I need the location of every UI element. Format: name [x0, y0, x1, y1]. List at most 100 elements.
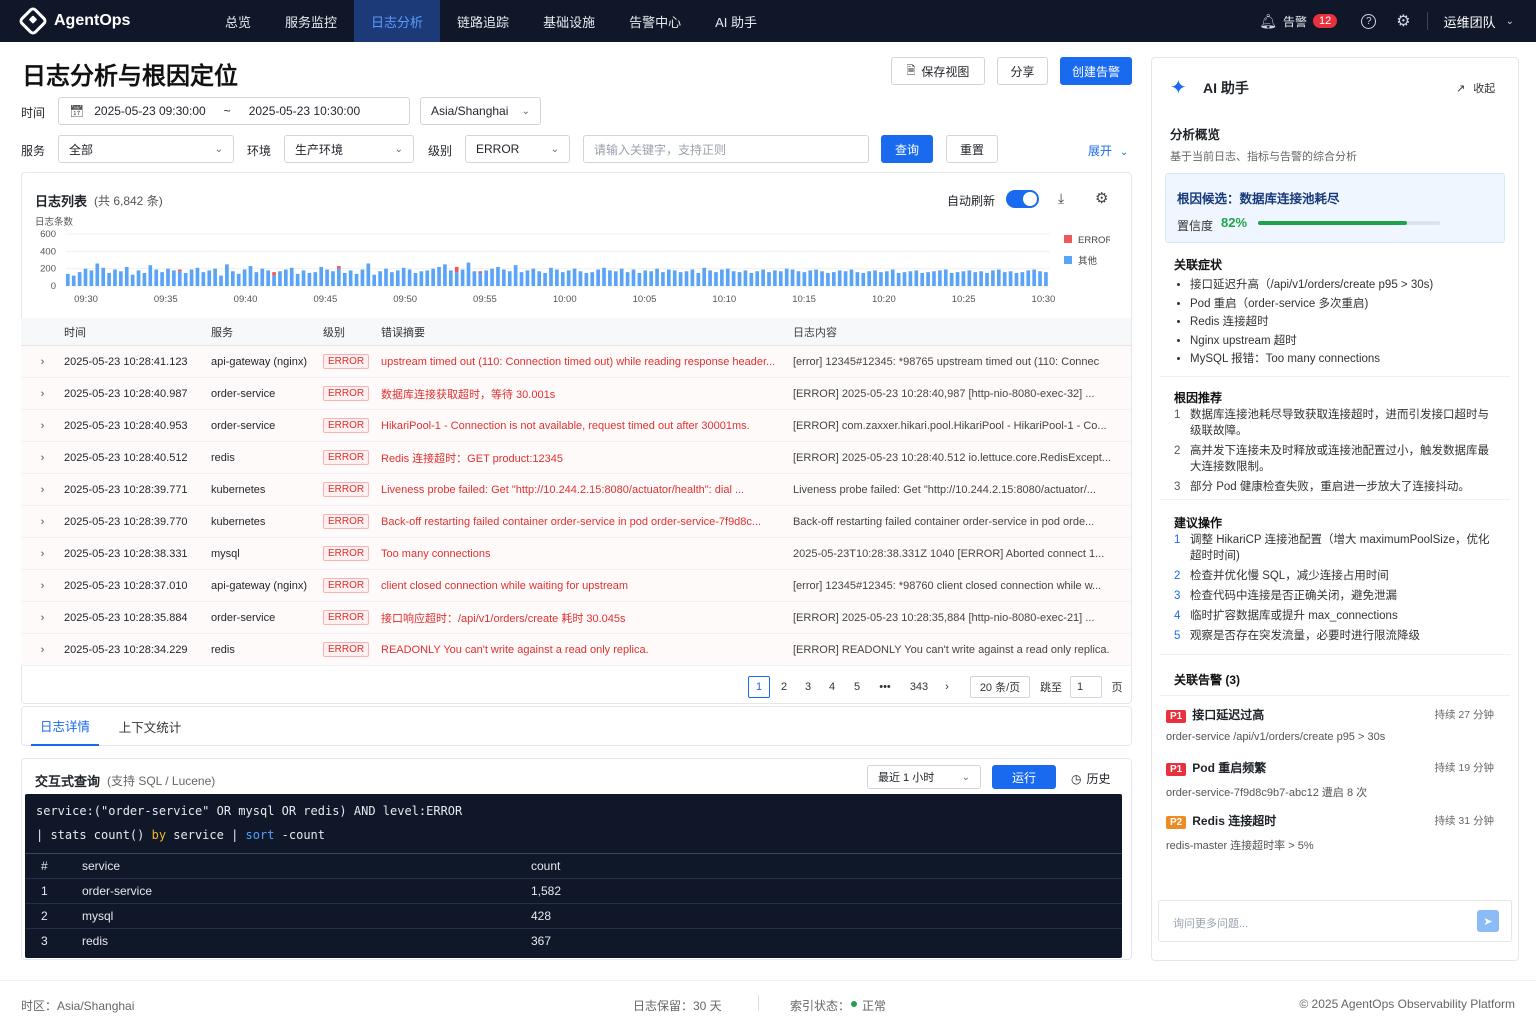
log-row[interactable]: › 2025-05-23 10:28:40.987 order-service ERR…: [21, 378, 1131, 410]
result-index: 2: [41, 909, 48, 923]
create-alert-button[interactable]: 创建告警: [1060, 57, 1132, 85]
log-row[interactable]: › 2025-05-23 10:28:40.512 redis ERROR Redis …: [21, 442, 1131, 474]
nav-item-3[interactable]: 链路追踪: [440, 0, 526, 42]
send-icon[interactable]: ➤: [1477, 910, 1499, 932]
chevron-down-icon[interactable]: ⌄: [1506, 16, 1514, 27]
expand-row-icon[interactable]: ›: [21, 548, 64, 560]
help-icon[interactable]: ?: [1361, 13, 1377, 29]
timezone-select[interactable]: Asia/Shanghai ⌄: [420, 97, 541, 125]
col-summary[interactable]: 错误摘要: [381, 324, 793, 340]
related-alert[interactable]: P1 Pod 重启频繁 持续 19 分钟 order-service-7f9d8c9b…: [1166, 756, 1506, 806]
collapse-icon: ↗: [1456, 83, 1466, 95]
alert-label[interactable]: 告警: [1283, 13, 1307, 30]
nav-item-2[interactable]: 日志分析: [354, 0, 441, 42]
expand-row-icon[interactable]: ›: [21, 420, 64, 432]
settings-gear-icon[interactable]: ⚙: [1095, 189, 1108, 207]
col-time[interactable]: 时间: [64, 324, 211, 340]
page-2[interactable]: 2: [773, 676, 795, 698]
log-row[interactable]: › 2025-05-23 10:28:39.771 kubernetes ERROR L…: [21, 474, 1131, 506]
expand-row-icon[interactable]: ›: [21, 484, 64, 496]
query-editor[interactable]: service:("order-service" OR mysql OR red…: [25, 794, 1122, 958]
log-row[interactable]: › 2025-05-23 10:28:38.331 mysql ERROR Too ma…: [21, 538, 1131, 570]
nav-item-6[interactable]: AI 助手: [698, 0, 774, 42]
query-line-2[interactable]: | stats count() by service | sort -count: [36, 828, 325, 842]
service-select[interactable]: 全部 ⌄: [58, 135, 234, 163]
col-level[interactable]: 级别: [323, 324, 381, 340]
settings-gear-icon[interactable]: ⚙: [1396, 11, 1410, 31]
keyword-search-input[interactable]: 请输入关键字，支持正则: [583, 135, 869, 163]
nav-item-1[interactable]: 服务监控: [268, 0, 354, 42]
col-service[interactable]: 服务: [211, 324, 323, 340]
reset-button[interactable]: 重置: [946, 135, 998, 163]
related-alert[interactable]: P1 接口延迟过高 持续 27 分钟 order-service /api/v1/or…: [1166, 703, 1506, 753]
page-4[interactable]: 4: [821, 676, 843, 698]
recommend-number: 2: [1174, 445, 1181, 457]
collapse-button[interactable]: ↗ 收起: [1456, 80, 1495, 96]
legend-label: ERROR: [1078, 235, 1110, 246]
page-ellipsis[interactable]: •••: [874, 676, 896, 698]
team-switcher[interactable]: 运维团队: [1444, 12, 1496, 31]
bar-other: [378, 271, 382, 286]
log-row[interactable]: › 2025-05-23 10:28:41.123 api-gateway (ngi…: [21, 346, 1131, 378]
log-row[interactable]: › 2025-05-23 10:28:34.229 redis ERROR READON…: [21, 634, 1131, 666]
history-button[interactable]: ◷ 历史: [1071, 770, 1111, 787]
col-content[interactable]: 日志内容: [793, 324, 1131, 340]
nav-menu: 总览 服务监控 日志分析 链路追踪 基础设施 告警中心 AI 助手: [208, 0, 774, 42]
env-select[interactable]: 生产环境 ⌄: [284, 135, 414, 163]
page-last[interactable]: 343: [906, 676, 932, 698]
tab-context-stats[interactable]: 上下文统计: [112, 706, 188, 746]
footer-timezone: 时区：Asia/Shanghai: [21, 999, 135, 1013]
log-row[interactable]: › 2025-05-23 10:28:40.953 order-service ERR…: [21, 410, 1131, 442]
bar-other: [154, 269, 159, 286]
log-row[interactable]: › 2025-05-23 10:28:37.010 api-gateway (ngi…: [21, 570, 1131, 602]
tab-log-detail[interactable]: 日志详情: [31, 706, 99, 746]
actions-item: 2 检查并优化慢 SQL，减少连接占用时间: [1174, 568, 1494, 584]
expand-row-icon[interactable]: ›: [21, 516, 64, 528]
nav-item-0[interactable]: 总览: [208, 0, 268, 42]
level-select[interactable]: ERROR ⌄: [465, 135, 570, 163]
query-range-select[interactable]: 最近 1 小时 ⌄: [867, 765, 981, 789]
expand-filters-link[interactable]: 展开 ⌄: [1088, 142, 1128, 159]
page-3[interactable]: 3: [797, 676, 819, 698]
query-sort-field: -count: [274, 828, 326, 842]
result-row: 3 redis 367: [25, 928, 1122, 953]
brand-logo[interactable]: AgentOps: [17, 5, 208, 37]
query-button[interactable]: 查询: [881, 135, 933, 163]
bar-other: [873, 270, 877, 286]
jump-page-input[interactable]: 1: [1070, 676, 1102, 698]
log-service: kubernetes: [211, 483, 266, 496]
ask-input[interactable]: 询问更多问题... ➤: [1158, 900, 1512, 942]
query-line-1[interactable]: service:("order-service" OR mysql OR red…: [36, 804, 462, 818]
time-range-picker[interactable]: 📅︎ 2025-05-23 09:30:00 ~ 2025-05-23 10:3…: [58, 97, 410, 125]
bell-icon[interactable]: 🔔︎: [1259, 13, 1277, 30]
overview-desc: 基于当前日志、指标与告警的综合分析: [1170, 151, 1357, 163]
nav-item-5[interactable]: 告警中心: [612, 0, 698, 42]
expand-row-icon[interactable]: ›: [21, 388, 64, 400]
bar-other: [172, 270, 176, 286]
log-service: kubernetes: [211, 515, 266, 528]
run-query-button[interactable]: 运行: [992, 765, 1056, 789]
log-row[interactable]: › 2025-05-23 10:28:35.884 order-service ERR…: [21, 602, 1131, 634]
page-1[interactable]: 1: [748, 676, 770, 698]
share-button[interactable]: 分享: [997, 57, 1048, 85]
auto-refresh-toggle[interactable]: [1006, 190, 1039, 208]
save-view-button[interactable]: 🗎︎ 保存视图: [891, 57, 985, 85]
expand-row-icon[interactable]: ›: [21, 644, 64, 656]
expand-row-icon[interactable]: ›: [21, 612, 64, 624]
expand-row-icon[interactable]: ›: [21, 452, 64, 464]
page-size-select[interactable]: 20 条/页: [970, 676, 1030, 698]
bar-other: [177, 271, 182, 286]
log-row[interactable]: › 2025-05-23 10:28:39.770 kubernetes ERROR B…: [21, 506, 1131, 538]
symptom-item: Nginx upstream 超时: [1190, 332, 1510, 351]
page-5[interactable]: 5: [846, 676, 868, 698]
nav-item-4[interactable]: 基础设施: [526, 0, 612, 42]
bar-other: [549, 267, 553, 286]
timezone-value: Asia/Shanghai: [431, 104, 509, 118]
log-level-cell: ERROR: [323, 482, 381, 497]
next-page-icon[interactable]: ›: [936, 676, 958, 698]
download-icon[interactable]: ⤓: [1058, 190, 1064, 207]
service-label: 服务: [21, 144, 46, 158]
expand-row-icon[interactable]: ›: [21, 356, 64, 368]
expand-row-icon[interactable]: ›: [21, 580, 64, 592]
related-alert[interactable]: P2 Redis 连接超时 持续 31 分钟 redis-master 连接超时率 >…: [1166, 809, 1506, 859]
